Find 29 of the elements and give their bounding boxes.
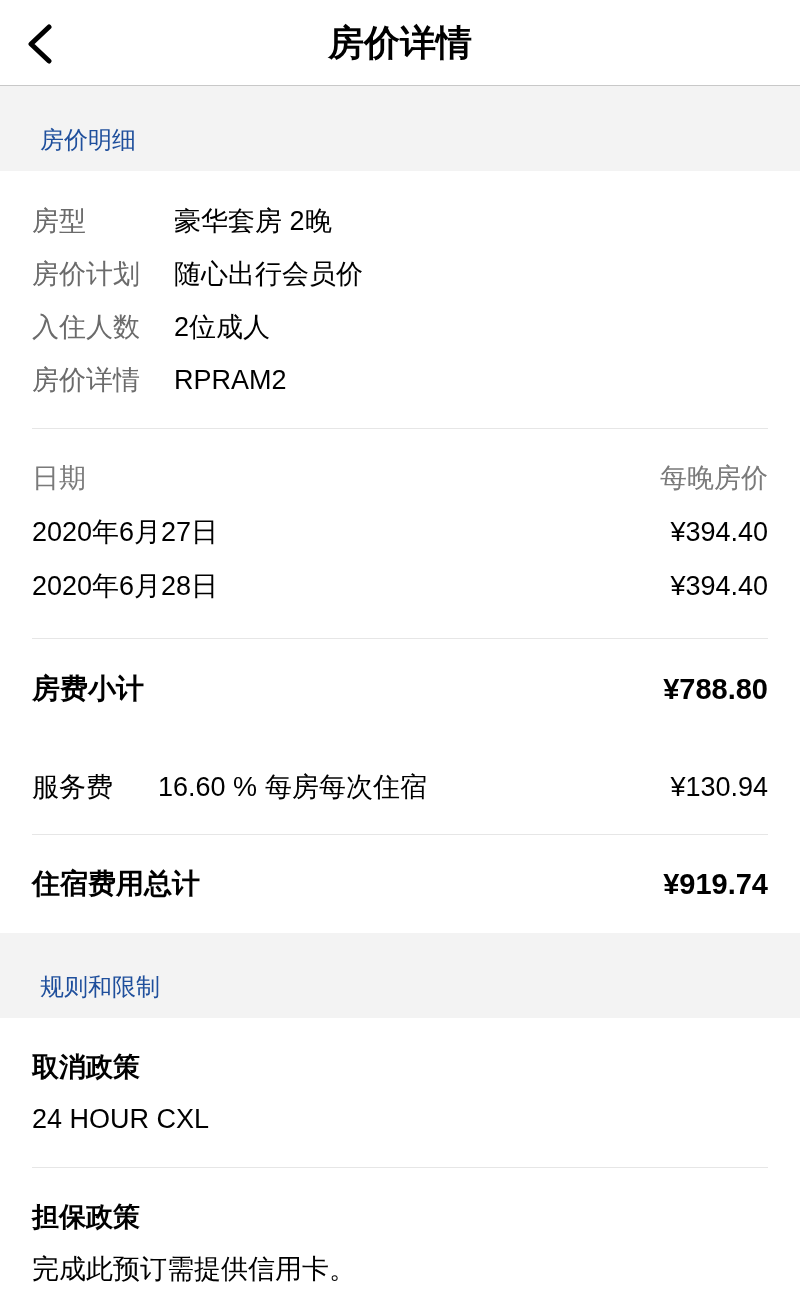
date-text: 2020年6月27日 [32,516,219,549]
detail-value: 随心出行会员价 [174,257,363,291]
policy-text: 24 HOUR CXL [32,1103,210,1136]
detail-label: 房价计划 [32,257,141,291]
fee-label: 服务费 [32,770,114,804]
detail-label: 房价详情 [32,363,141,397]
detail-value: 豪华套房 2晚 [174,204,332,238]
section-title: 房价明细 [40,125,136,155]
subtotal-label: 房费小计 [32,672,144,706]
policy-title: 取消政策 [32,1051,140,1084]
detail-value: 2位成人 [174,310,271,344]
subtotal-amount: ¥788.80 [663,672,768,707]
date-text: 2020年6月28日 [32,570,219,603]
total-amount: ¥919.74 [663,867,768,902]
nightly-price: ¥394.40 [670,570,768,603]
fee-description: 16.60 % 每房每次住宿 [158,770,428,804]
fee-amount: ¥130.94 [670,770,768,804]
policy-title: 担保政策 [32,1201,140,1234]
nightly-price: ¥394.40 [670,516,768,549]
column-header: 日期 [32,462,86,495]
policy-text: 完成此预订需提供信用卡。 [32,1253,356,1286]
detail-label: 房型 [32,204,87,238]
detail-label: 入住人数 [32,310,141,344]
section-title: 规则和限制 [40,972,160,1002]
page-title: 房价详情 [328,20,472,65]
back-icon [27,24,53,64]
detail-value: RPRAM2 [174,363,287,397]
column-header: 每晚房价 [660,462,768,495]
total-label: 住宿费用总计 [32,867,200,901]
